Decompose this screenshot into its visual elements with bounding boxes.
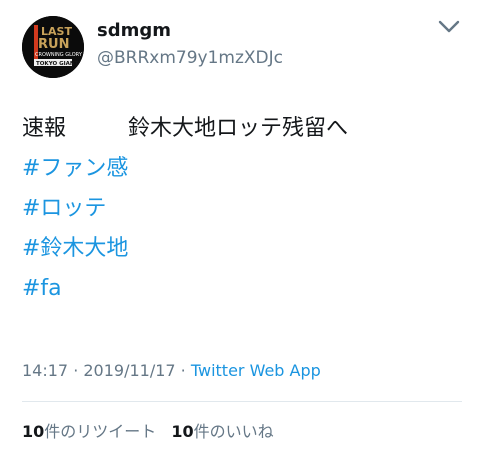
svg-text:RUN: RUN <box>38 37 69 52</box>
retweets-count: 10 <box>22 422 45 441</box>
tweet-date: 2019/11/17 <box>83 361 176 380</box>
hashtag-link[interactable]: #fa <box>22 269 462 309</box>
likes-stat[interactable]: 10件のいいね <box>171 418 273 442</box>
display-name[interactable]: sdmgm <box>97 20 171 41</box>
hashtag-link[interactable]: #ロッテ <box>22 189 462 229</box>
tweet-header: LAST RUN CROWNING GLORY TOKYO GIANTS sdm… <box>22 16 462 80</box>
tweet-text-headline: 鈴木大地ロッテ残留へ <box>128 116 349 141</box>
tweet-text: 速報 鈴木大地ロッテ残留へ #ファン感 #ロッテ #鈴木大地 #fa <box>22 109 462 309</box>
retweets-stat[interactable]: 10件のリツイート <box>22 418 156 442</box>
retweets-label: 件のリツイート <box>44 422 157 441</box>
meta-separator: · <box>175 361 191 380</box>
meta-separator: · <box>68 361 84 380</box>
user-handle[interactable]: @BRRxm79y1mzXDJc <box>97 48 283 68</box>
divider <box>22 401 462 402</box>
tweet-card: LAST RUN CROWNING GLORY TOKYO GIANTS sdm… <box>0 0 480 458</box>
tweet-time: 14:17 <box>22 361 69 380</box>
hashtag-link[interactable]: #ファン感 <box>22 149 462 189</box>
tweet-metadata: 14:17 · 2019/11/17 · Twitter Web App <box>22 361 321 380</box>
avatar[interactable]: LAST RUN CROWNING GLORY TOKYO GIANTS <box>22 16 84 78</box>
hashtag-link[interactable]: #鈴木大地 <box>22 229 462 269</box>
svg-text:CROWNING GLORY: CROWNING GLORY <box>35 52 83 58</box>
svg-text:TOKYO GIANTS: TOKYO GIANTS <box>36 61 82 67</box>
tweet-stats: 10件のリツイート 10件のいいね <box>22 418 284 442</box>
tweet-first-line: 速報 鈴木大地ロッテ残留へ <box>22 109 462 149</box>
avatar-logo-image: LAST RUN CROWNING GLORY TOKYO GIANTS <box>22 16 84 78</box>
tweet-source-link[interactable]: Twitter Web App <box>191 361 321 380</box>
chevron-down-icon[interactable] <box>438 20 460 34</box>
likes-count: 10 <box>171 422 194 441</box>
likes-label: 件のいいね <box>193 422 274 441</box>
tweet-text-breaking: 速報 <box>22 116 67 141</box>
